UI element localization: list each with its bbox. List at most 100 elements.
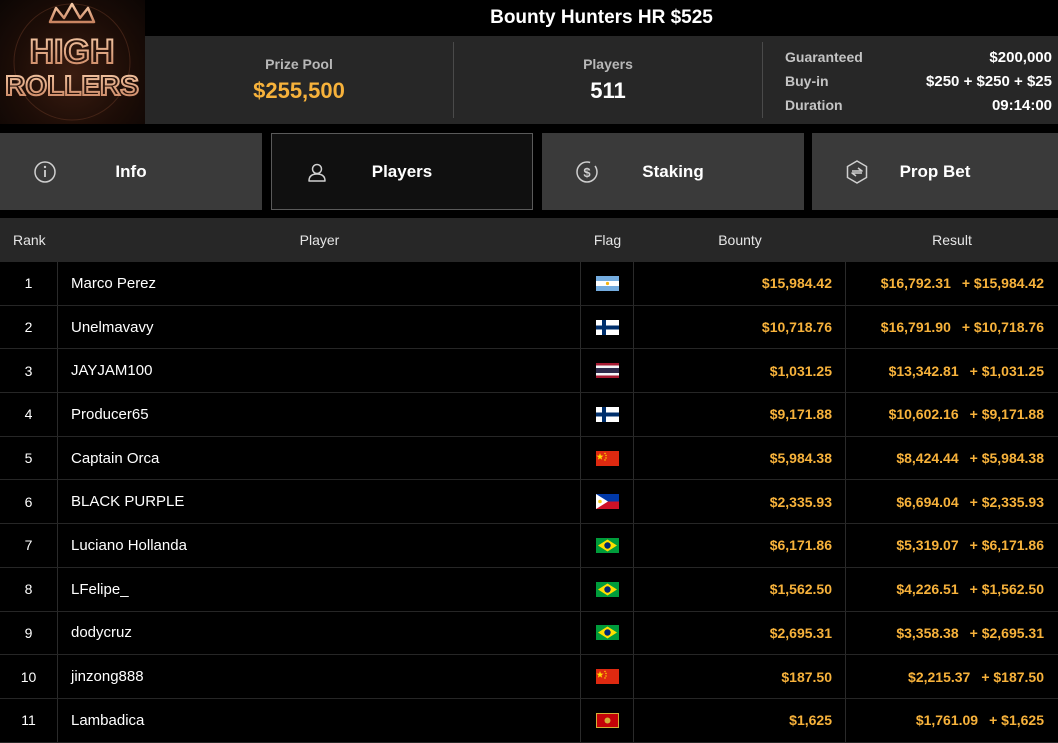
tab-info-label: Info (115, 161, 147, 181)
player-name[interactable]: Lambadica (58, 698, 581, 742)
table-row[interactable]: 7 Luciano Hollanda $6,171.86 $5,319.07 + $6,… (0, 524, 1058, 568)
tab-prop-bet-label: Prop Bet (899, 161, 971, 181)
player-name[interactable]: LFelipe_ (58, 567, 581, 611)
svg-text:$: $ (583, 165, 591, 180)
result-cell: $4,226.51 + $1,562.50 (846, 568, 1058, 611)
table-row[interactable]: 9 dodycruz $2,695.31 $3,358.38 + $2,695.31 (0, 611, 1058, 656)
table-row[interactable]: 3 JAYJAM100 $1,031.25 $13,342.81 + $1,031.25 (0, 349, 1058, 394)
bounty-cell: $9,171.88 (634, 393, 846, 436)
brazil-flag-icon (595, 625, 619, 641)
buyin-label: Buy-in (785, 73, 829, 89)
rank-cell: 7 (0, 524, 58, 567)
table-row[interactable]: 6 BLACK PURPLE $2,335.93 $6,694.04 + $2,335.… (0, 480, 1058, 525)
user-icon (308, 163, 326, 182)
prize-pool-value: $255,500 (253, 78, 345, 103)
player-name[interactable]: JAYJAM100 (58, 349, 581, 393)
tab-info[interactable]: Info (0, 133, 262, 210)
high-rollers-logo: HIGH ROLLERS (0, 0, 145, 124)
tab-players[interactable]: Players (271, 133, 533, 210)
flag-cell (581, 436, 634, 480)
table-row[interactable]: 4 Producer65 $9,171.88 $10,602.16 + $9,171.8… (0, 393, 1058, 437)
player-name[interactable]: Luciano Hollanda (58, 524, 581, 567)
flag-cell (581, 393, 634, 436)
info-icon (34, 161, 56, 183)
players-table: Rank Player Flag Bounty Result 1 Marco Pe… (0, 218, 1058, 743)
bounty-cell: $6,171.86 (634, 524, 846, 567)
prize-pool-block: Prize Pool $255,500 (145, 36, 453, 124)
player-name[interactable]: BLACK PURPLE (58, 480, 581, 524)
table-row[interactable]: 8 LFelipe_ $1,562.50 $4,226.51 + $1,562.50 (0, 567, 1058, 612)
result-amount: $6,694.04 (896, 493, 959, 510)
duration-value: 09:14:00 (991, 96, 1052, 114)
tournament-summary: Prize Pool $255,500 Players 511 Guarante… (145, 36, 1058, 124)
result-cell: $10,602.16 + $9,171.88 (846, 393, 1058, 436)
logo-line1: HIGH (30, 33, 115, 71)
result-bounty-amount: + $10,718.76 (961, 319, 1044, 336)
result-amount: $1,761.09 (915, 712, 979, 729)
table-row[interactable]: 2 Unelmavavy $10,718.76 $16,791.90 + $10,718… (0, 305, 1058, 350)
table-row[interactable]: 10 jinzong888 $187.50 $2,215.37 + $187.50 (0, 655, 1058, 699)
result-cell: $2,215.37 + $187.50 (846, 655, 1058, 698)
players-block: Players 511 (454, 36, 762, 124)
prize-pool-label: Prize Pool (265, 56, 333, 72)
brazil-flag-icon (595, 581, 619, 597)
flag-cell (581, 305, 634, 349)
rank-cell: 1 (0, 262, 58, 305)
table-body: 1 Marco Perez $15,984.42 $16,792.31 + $15,98… (0, 262, 1058, 743)
logo-line2: ROLLERS (5, 70, 139, 101)
tab-staking[interactable]: $ Staking (542, 133, 804, 210)
montenegro-flag-icon (595, 712, 619, 728)
header-flag[interactable]: Flag (581, 232, 634, 248)
header-player[interactable]: Player (58, 232, 581, 248)
result-bounty-amount: + $1,031.25 (969, 362, 1044, 379)
bounty-cell: $187.50 (634, 655, 846, 698)
rank-cell: 10 (0, 655, 58, 698)
player-name[interactable]: dodycruz (58, 611, 581, 655)
player-name[interactable]: Producer65 (58, 393, 581, 436)
result-amount: $16,792.31 (880, 275, 951, 292)
player-name[interactable]: jinzong888 (58, 655, 581, 698)
finland-flag-icon (595, 406, 619, 422)
china-flag-icon (595, 450, 619, 466)
guaranteed-label: Guaranteed (785, 49, 863, 65)
flag-cell (581, 567, 634, 611)
brazil-flag-icon (595, 537, 619, 553)
result-bounty-amount: + $5,984.38 (969, 450, 1044, 467)
tournament-title: Bounty Hunters HR $525 (490, 7, 713, 28)
result-bounty-amount: + $1,562.50 (969, 581, 1044, 598)
result-amount: $4,226.51 (896, 581, 959, 598)
rank-cell: 8 (0, 567, 58, 611)
result-amount: $8,424.44 (896, 450, 959, 467)
player-name[interactable]: Captain Orca (58, 436, 581, 480)
table-row[interactable]: 5 Captain Orca $5,984.38 $8,424.44 + $5,984.… (0, 436, 1058, 481)
title-bar: Bounty Hunters HR $525 (145, 0, 1058, 36)
flag-cell (581, 480, 634, 524)
table-row[interactable]: 11 Lambadica $1,625 $1,761.09 + $1,625 (0, 698, 1058, 743)
table-row[interactable]: 1 Marco Perez $15,984.42 $16,792.31 + $15,98… (0, 262, 1058, 306)
rank-cell: 5 (0, 436, 58, 480)
players-value: 511 (590, 78, 626, 103)
players-label: Players (583, 56, 633, 72)
player-name[interactable]: Marco Perez (58, 262, 581, 305)
guaranteed-value: $200,000 (989, 48, 1052, 66)
dollar-coin-icon: $ (576, 161, 598, 183)
flag-cell (581, 524, 634, 567)
rank-cell: 4 (0, 393, 58, 436)
result-amount: $2,215.37 (908, 668, 971, 685)
header-bounty[interactable]: Bounty (634, 232, 846, 248)
header-rank[interactable]: Rank (0, 232, 58, 248)
result-cell: $1,761.09 + $1,625 (846, 699, 1058, 742)
flag-cell (581, 262, 634, 305)
header-result[interactable]: Result (846, 232, 1058, 248)
player-name[interactable]: Unelmavavy (58, 305, 581, 349)
flag-cell (581, 655, 634, 698)
tab-prop-bet[interactable]: Prop Bet (812, 133, 1058, 210)
buyin-row: Buy-in $250 + $250 + $25 (785, 69, 1052, 93)
result-amount: $3,358.38 (896, 624, 959, 641)
bounty-cell: $2,335.93 (634, 480, 846, 524)
result-bounty-amount: + $9,171.88 (969, 406, 1044, 423)
flag-cell (581, 349, 634, 393)
flag-cell (581, 698, 634, 742)
result-amount: $10,602.16 (888, 406, 959, 423)
rank-cell: 9 (0, 611, 58, 655)
